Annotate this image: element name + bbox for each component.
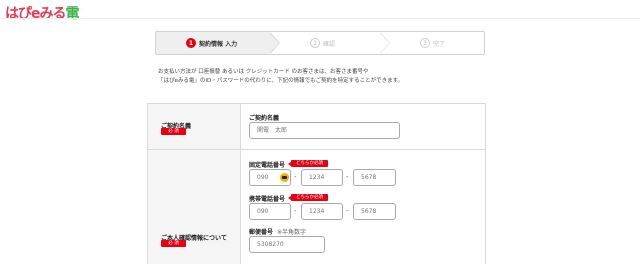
mobile-part3-input[interactable] — [353, 203, 396, 220]
landline-label: 固定電話番号 — [249, 162, 286, 169]
mobile-part1-input[interactable] — [249, 203, 291, 220]
logo-text: はぴeみる — [5, 6, 66, 22]
postal-code-label: 郵便番号 ※半角数字 — [249, 227, 306, 236]
notice-text: お支払い方法が 口座振替 あるいは クレジットカード のお客さまは、お客さま番号… — [158, 68, 488, 86]
postal-code-input[interactable] — [249, 236, 325, 253]
separator: - — [294, 207, 297, 215]
step-label: 確認 — [323, 40, 336, 48]
contract-name-input[interactable] — [249, 122, 400, 139]
step-arrow — [269, 32, 279, 54]
step-confirm: 2 確認 — [310, 37, 335, 49]
separator: - — [346, 207, 349, 215]
either-required-badge: どちらか必須 — [288, 194, 328, 201]
landline-part3-input[interactable] — [353, 169, 396, 186]
step-label: 契約情報 入力 — [199, 40, 238, 48]
contract-name-field-label: ご契約名義 — [249, 115, 280, 122]
postal-code-label-text: 郵便番号 — [249, 229, 274, 236]
logo-mark: 電 — [65, 6, 80, 22]
step-input: 1 契約情報 入力 — [186, 37, 237, 49]
step-arrow — [379, 32, 389, 54]
step-number: 2 — [310, 38, 320, 48]
required-badge: 必 須 — [161, 240, 186, 247]
required-badge: 必 須 — [161, 128, 186, 135]
mobile-label: 携帯電話番号 — [249, 196, 286, 203]
contract-form: ご契約名義 必 須 ご契約名義 ご本人確認情報について 必 須 固定電話番号 ど… — [147, 103, 486, 264]
either-required-badge: どちらか必須 — [288, 160, 328, 167]
header-divider — [0, 18, 640, 19]
step-number: 3 — [420, 38, 430, 48]
postal-code-note: ※半角数字 — [277, 229, 307, 236]
separator: - — [294, 173, 297, 181]
brand-logo[interactable]: はぴeみる電 — [5, 3, 80, 23]
separator: - — [346, 173, 349, 181]
keyboard-icon[interactable] — [280, 173, 289, 182]
mobile-part2-input[interactable] — [301, 203, 343, 220]
notice-line: 「はぴeみる電」のID・パスワードの代わりに、下記の情報でもご契約を特定すること… — [158, 78, 404, 84]
step-complete: 3 完了 — [420, 37, 445, 49]
row-divider — [148, 149, 485, 150]
step-label: 完了 — [433, 40, 446, 48]
step-number: 1 — [186, 38, 196, 48]
progress-steps: 1 契約情報 入力 2 確認 3 完了 — [155, 31, 485, 55]
notice-line: お支払い方法が 口座振替 あるいは クレジットカード のお客さまは、お客さま番号… — [158, 69, 369, 75]
landline-part2-input[interactable] — [301, 169, 343, 186]
